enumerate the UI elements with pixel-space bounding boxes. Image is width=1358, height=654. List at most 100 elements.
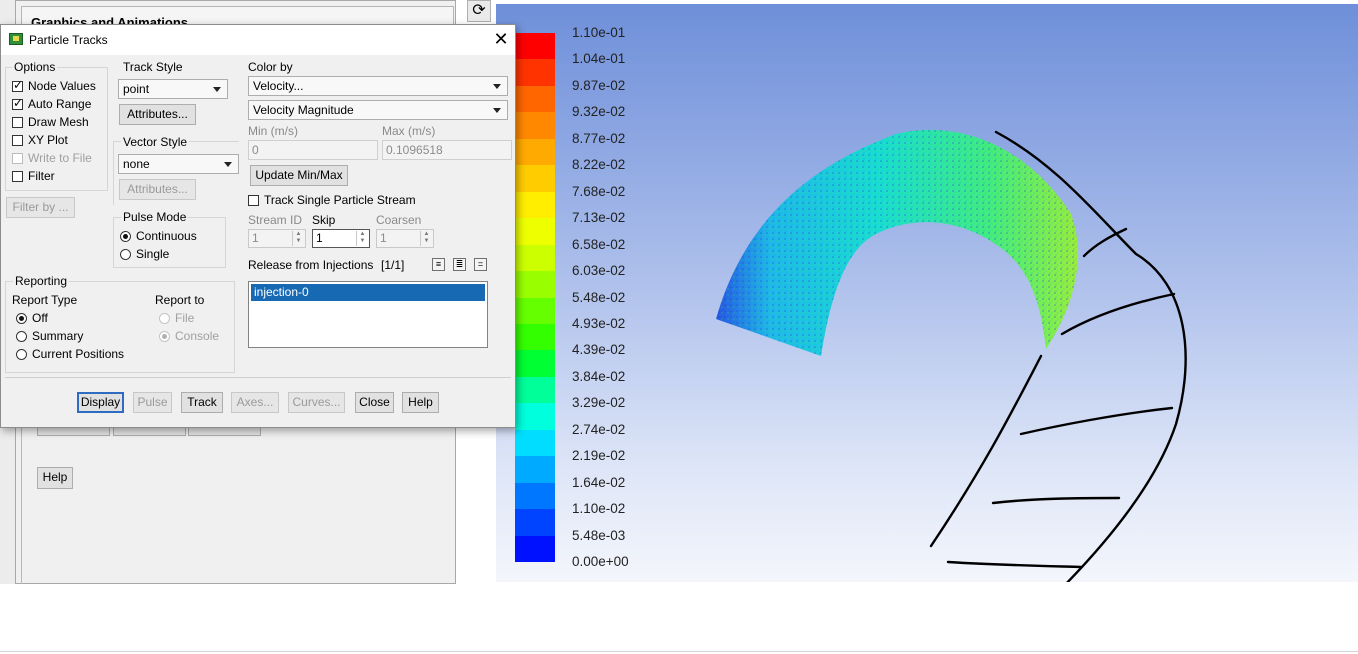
pulse-button[interactable]: Pulse [133,392,172,413]
graphics-viewport[interactable] [496,4,1358,582]
colorbar-segment [515,376,555,404]
colorbar-tick-label: 5.48e-03 [572,527,626,543]
options-label: Options [12,60,58,74]
injection-list[interactable]: injection-0 [248,281,488,348]
colorbar-tick-label: 7.13e-02 [572,210,626,226]
deselect-all-icon[interactable]: = [474,258,487,271]
skip-label: Skip [312,213,336,227]
colorbar-segment [515,297,555,325]
max-value-field[interactable]: 0.1096518 [382,140,512,160]
graphics-help-button[interactable]: Help [37,467,73,489]
close-button[interactable]: Close [355,392,394,413]
colorbar-tick-label: 5.48e-02 [572,289,626,305]
colorbar-tick-label: 6.58e-02 [572,236,626,252]
colorbar-segment [515,535,555,563]
colorbar-segment [515,323,555,351]
chevron-down-icon [224,162,232,167]
colorbar-tick-label: 3.84e-02 [572,368,626,384]
colorbar-tick-label: 1.10e-02 [572,501,626,517]
auto-range-checkbox[interactable]: Auto Range [12,96,91,113]
report-current-positions-radio[interactable]: Current Positions [16,347,124,363]
display-button[interactable]: Display [77,392,124,413]
color-by-label: Color by [248,60,293,74]
refresh-icon[interactable]: ⟳ [467,0,491,22]
colorbar-segment [515,456,555,484]
skip-stepper[interactable]: 1 ▲ ▼ [312,229,370,248]
particle-tracks-dialog: Particle Tracks ✕ Options Node Values Au… [0,24,516,428]
colorbar-tick-label: 9.87e-02 [572,77,626,93]
report-summary-radio[interactable]: Summary [16,329,83,345]
colorbar-tick-label: 4.39e-02 [572,342,626,358]
colorbar-tick-label: 0.00e+00 [572,554,629,569]
min-value-field[interactable]: 0 [248,140,378,160]
colorbar-segment [515,244,555,272]
colorbar-tick-label: 2.74e-02 [572,421,626,437]
track-attributes-button[interactable]: Attributes... [119,104,196,125]
curves-button[interactable]: Curves... [288,392,345,413]
colorbar-tick-label: 6.03e-02 [572,263,626,279]
dialog-titlebar[interactable]: Particle Tracks ✕ [1,25,515,55]
divider [0,651,1358,652]
colorbar-segment [515,191,555,219]
track-style-select[interactable]: point [118,79,228,99]
colorbar-segment [515,138,555,166]
close-icon[interactable]: ✕ [491,29,511,49]
stream-id-stepper[interactable]: 1 ▲ ▼ [248,229,306,248]
write-to-file-checkbox[interactable]: Write to File [12,151,92,167]
color-by-quantity-select[interactable]: Velocity Magnitude [248,100,508,120]
single-radio[interactable]: Single [120,247,169,263]
report-off-radio[interactable]: Off [16,311,48,327]
track-button[interactable]: Track [181,392,223,413]
filter-checkbox[interactable]: Filter [12,169,55,185]
min-label: Min (m/s) [248,124,298,138]
colorbar-segment [515,429,555,457]
help-button[interactable]: Help [402,392,439,413]
list-item[interactable]: injection-0 [251,284,485,301]
fluent-app-icon [9,33,23,45]
node-values-checkbox[interactable]: Node Values [12,78,96,95]
report-type-label: Report Type [12,293,78,307]
filter-by-button[interactable]: Filter by ... [6,197,75,218]
vector-style-select[interactable]: none [118,154,239,174]
reporting-label: Reporting [13,274,70,288]
pulse-mode-label: Pulse Mode [121,210,189,224]
colorbar-tick-label: 4.93e-02 [572,315,626,331]
update-min-max-button[interactable]: Update Min/Max [250,165,348,186]
report-to-file-radio[interactable]: File [159,311,194,327]
chevron-down-icon [213,87,221,92]
coarsen-stepper[interactable]: 1 ▲ ▼ [376,229,434,248]
vector-attributes-button[interactable]: Attributes... [119,179,196,200]
select-all-icon[interactable]: ≡ [432,258,445,271]
colorbar-tick-label: 8.22e-02 [572,157,626,173]
colorbar-tick-label: 8.77e-02 [572,130,626,146]
colorbar-tick-label: 1.10e-01 [572,25,626,40]
report-to-console-radio[interactable]: Console [159,329,219,345]
colorbar-segment [515,112,555,140]
colorbar-tick-label: 7.68e-02 [572,183,626,199]
colorbar-segment [515,165,555,193]
continuous-radio[interactable]: Continuous [120,229,197,245]
chevron-down-icon [493,108,501,113]
particle-track-render [716,129,1187,582]
list-select-icon[interactable]: ≣ [453,258,466,271]
colorbar-tick-label: 1.64e-02 [572,474,626,490]
colorbar-segment [515,271,555,298]
colorbar-segment [515,482,555,510]
colorbar-segment [515,509,555,537]
release-count: [1/1] [381,258,405,272]
divider [5,377,511,378]
dialog-title: Particle Tracks [29,33,108,47]
colorbar-tick-label: 3.29e-02 [572,395,626,411]
xy-plot-checkbox[interactable]: XY Plot [12,133,68,149]
stream-id-label: Stream ID [248,213,303,227]
draw-mesh-checkbox[interactable]: Draw Mesh [12,115,89,131]
colorbar-tick-label: 1.04e-01 [572,51,626,67]
track-style-label: Track Style [123,60,183,74]
color-by-category-select[interactable]: Velocity... [248,76,508,96]
vector-style-label: Vector Style [121,135,190,149]
track-single-stream-checkbox[interactable]: Track Single Particle Stream [248,193,416,209]
chevron-down-icon [493,84,501,89]
max-label: Max (m/s) [382,124,436,138]
colorbar-segment [515,59,555,87]
axes-button[interactable]: Axes... [231,392,279,413]
